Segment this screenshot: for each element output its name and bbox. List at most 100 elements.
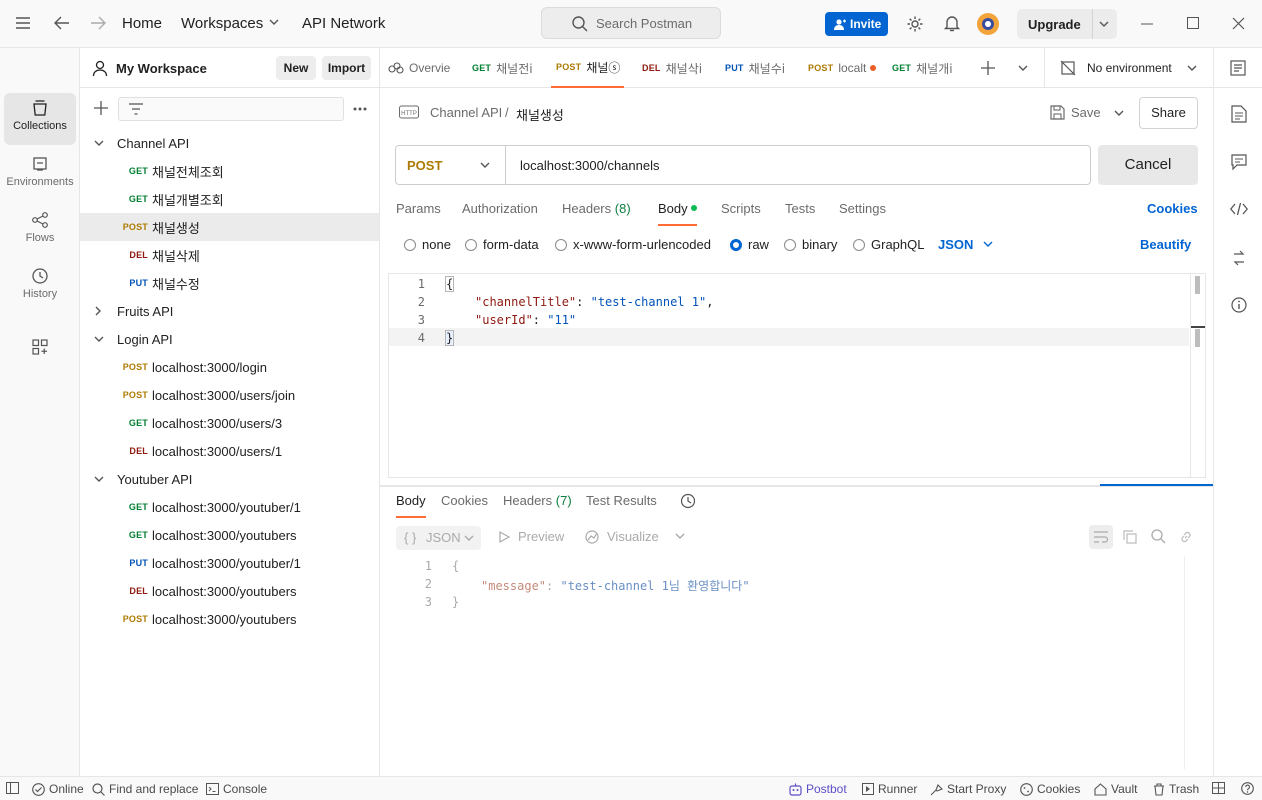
nav-workspaces[interactable]: Workspaces (181, 15, 263, 32)
console-button[interactable]: Console (206, 782, 267, 796)
request-item[interactable]: POST localhost:3000/users/join (80, 381, 379, 409)
copy-icon[interactable] (1123, 530, 1137, 544)
info-icon[interactable] (1231, 297, 1247, 313)
scrollbar-thumb[interactable] (1195, 276, 1200, 294)
cookies-link[interactable]: Cookies (1147, 201, 1198, 216)
visualize-button[interactable]: Visualize (585, 529, 685, 544)
tab-body[interactable]: Body (658, 201, 698, 226)
two-pane-icon[interactable] (1212, 782, 1225, 794)
toggle-sidebar-icon[interactable] (6, 782, 19, 794)
body-format-select[interactable]: JSON (938, 237, 993, 252)
filter-input[interactable] (118, 97, 344, 121)
tab-settings[interactable]: Settings (839, 201, 886, 216)
response-format-select[interactable]: { } JSON (396, 526, 481, 550)
response-tab-test-results[interactable]: Test Results (586, 493, 657, 508)
new-tab-plus-icon[interactable] (981, 61, 995, 75)
environment-selector[interactable]: No environment (1052, 54, 1207, 82)
plus-icon[interactable] (94, 101, 108, 115)
tab-params[interactable]: Params (396, 201, 441, 216)
tab-tests[interactable]: Tests (785, 201, 815, 216)
request-item[interactable]: POST localhost:3000/youtubers (80, 605, 379, 633)
related-collections-icon[interactable] (1231, 250, 1247, 266)
preview-button[interactable]: Preview (498, 529, 564, 544)
nav-home[interactable]: Home (122, 15, 162, 32)
search-icon[interactable] (1151, 529, 1166, 544)
import-button[interactable]: Import (322, 56, 371, 80)
invite-button[interactable]: Invite (825, 12, 888, 36)
new-button[interactable]: New (276, 56, 316, 80)
request-item[interactable]: GET localhost:3000/youtuber/1 (80, 493, 379, 521)
settings-icon[interactable] (906, 15, 924, 33)
chevron-down-icon[interactable] (269, 19, 279, 26)
collection-folder[interactable]: Channel API (80, 129, 379, 157)
url-input[interactable]: localhost:3000/channels (520, 158, 660, 173)
avatar[interactable] (976, 12, 1000, 36)
tab-overview[interactable]: Overvie (388, 48, 460, 88)
documentation-icon[interactable] (1231, 105, 1247, 123)
close-icon[interactable] (1232, 17, 1245, 30)
rail-environments[interactable]: Environments (4, 149, 76, 201)
scrollbar-thumb[interactable] (1195, 329, 1200, 347)
request-body-editor[interactable]: 1 2 3 4 { "channelTitle": "test-channel … (388, 273, 1206, 478)
rail-collections[interactable]: Collections (4, 93, 76, 145)
tab-request[interactable]: POST localt (808, 48, 878, 88)
method-select[interactable]: POST (396, 146, 506, 184)
postbot-button[interactable]: Postbot (789, 782, 847, 796)
radio-form-data[interactable]: form-data (465, 237, 539, 252)
response-tab-cookies[interactable]: Cookies (441, 493, 488, 508)
tab-request-active[interactable]: POST 채널ⓢ (551, 48, 624, 88)
workspace-name[interactable]: My Workspace (116, 61, 207, 76)
expand-toggle[interactable] (80, 476, 117, 483)
rail-flows[interactable]: Flows (4, 205, 76, 257)
cookies-button[interactable]: Cookies (1020, 782, 1080, 796)
start-proxy-button[interactable]: Start Proxy (930, 782, 1006, 796)
tab-request[interactable]: GET 채널전ⅰ (472, 48, 538, 88)
nav-api-network[interactable]: API Network (302, 15, 385, 32)
request-item[interactable]: GET localhost:3000/users/3 (80, 409, 379, 437)
request-item[interactable]: DEL 채널삭제 (80, 241, 379, 269)
radio-raw[interactable]: raw (730, 237, 769, 252)
runner-button[interactable]: Runner (862, 782, 917, 796)
minimize-icon[interactable] (1141, 23, 1153, 25)
radio-urlencoded[interactable]: x-www-form-urlencoded (555, 237, 711, 252)
save-button[interactable]: Save (1046, 97, 1132, 129)
request-item[interactable]: DEL localhost:3000/users/1 (80, 437, 379, 465)
tab-scripts[interactable]: Scripts (721, 201, 761, 216)
response-body-viewer[interactable]: 1 2 3 { "message": "test-channel 1님 환영합니… (388, 556, 1198, 771)
rail-history[interactable]: History (4, 261, 76, 313)
upgrade-button[interactable]: Upgrade (1017, 9, 1117, 39)
request-title[interactable]: 채널생성 (516, 105, 564, 124)
collection-folder[interactable]: Login API (80, 325, 379, 353)
expand-toggle[interactable] (80, 140, 117, 147)
code-icon[interactable] (1230, 202, 1248, 216)
maximize-icon[interactable] (1187, 17, 1199, 29)
help-icon[interactable] (1241, 782, 1254, 795)
beautify-button[interactable]: Beautify (1140, 237, 1191, 252)
radio-binary[interactable]: binary (784, 237, 837, 252)
vault-button[interactable]: Vault (1094, 782, 1137, 796)
request-item[interactable]: GET 채널전체조회 (80, 157, 379, 185)
expand-toggle[interactable] (80, 336, 117, 343)
response-tab-headers[interactable]: Headers (7) (503, 493, 572, 508)
request-item[interactable]: GET 채널개별조회 (80, 185, 379, 213)
tab-headers[interactable]: Headers (8) (562, 201, 631, 216)
request-item[interactable]: DEL localhost:3000/youtubers (80, 577, 379, 605)
wrap-lines-button[interactable] (1089, 525, 1113, 549)
request-item[interactable]: PUT 채널수정 (80, 269, 379, 297)
request-item[interactable]: GET localhost:3000/youtubers (80, 521, 379, 549)
menu-icon[interactable] (16, 17, 30, 29)
link-icon[interactable] (1179, 530, 1193, 544)
search-input[interactable]: Search Postman (541, 7, 721, 39)
tab-authorization[interactable]: Authorization (462, 201, 538, 216)
chevron-down-icon[interactable] (1099, 21, 1109, 28)
comments-icon[interactable] (1231, 154, 1247, 170)
find-replace-button[interactable]: Find and replace (92, 782, 198, 796)
share-button[interactable]: Share (1139, 97, 1198, 129)
expand-toggle[interactable] (80, 306, 117, 316)
pane-resize-handle[interactable] (380, 485, 1213, 487)
request-item[interactable]: PUT localhost:3000/youtuber/1 (80, 549, 379, 577)
cancel-button[interactable]: Cancel (1098, 145, 1198, 185)
forward-icon[interactable] (90, 16, 106, 30)
chevron-down-icon[interactable] (1114, 110, 1124, 117)
response-tab-body[interactable]: Body (396, 493, 426, 518)
